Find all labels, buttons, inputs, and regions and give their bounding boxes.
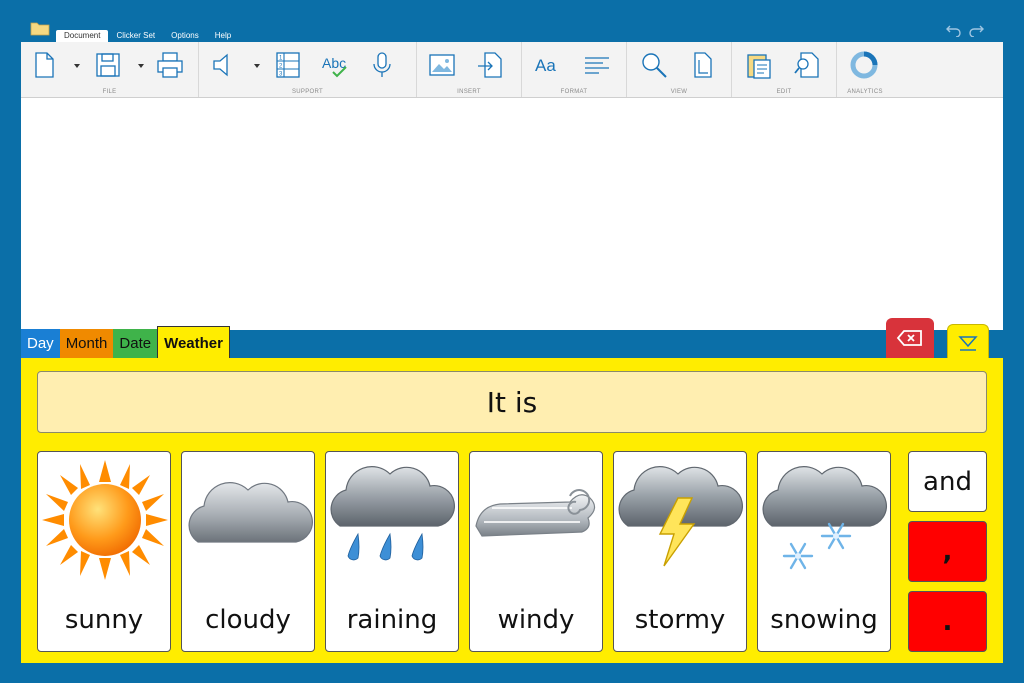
clicker-grid: It is sunny cloudy raining windy stormy … xyxy=(21,358,1003,663)
cell-label: windy xyxy=(497,605,575,635)
backspace-icon xyxy=(896,330,922,346)
cell-full-stop[interactable]: . xyxy=(908,591,987,652)
sentence-cell[interactable]: It is xyxy=(37,371,987,433)
ribbon-group-file: FILE xyxy=(21,42,199,97)
undo-icon[interactable] xyxy=(946,22,962,38)
insert-file-button[interactable] xyxy=(473,48,507,82)
align-button[interactable] xyxy=(580,48,614,82)
speech-dropdown-icon[interactable] xyxy=(253,62,261,70)
font-icon: Aa xyxy=(535,56,556,75)
zoom-button[interactable] xyxy=(637,48,671,82)
speaker-icon xyxy=(213,53,228,77)
find-button[interactable] xyxy=(790,48,824,82)
cell-label: snowing xyxy=(770,605,878,635)
cell-comma[interactable]: , xyxy=(908,521,987,582)
find-icon xyxy=(794,52,819,78)
paste-button[interactable] xyxy=(742,48,776,82)
snow-cloud-icon xyxy=(762,466,887,570)
print-button[interactable] xyxy=(153,48,187,82)
ribbon-toolbar: FILE 123 Abc SUPPORT INSERT Aa FORMAT VI… xyxy=(21,42,1003,98)
collapse-grid-button[interactable] xyxy=(947,324,989,360)
cell-raining[interactable]: raining xyxy=(325,451,459,652)
save-icon xyxy=(96,53,120,77)
ribbon-group-label: INSERT xyxy=(457,89,481,95)
save-dropdown-icon[interactable] xyxy=(137,62,145,70)
ribbon-group-analytics: ANALYTICS xyxy=(837,42,893,97)
page-size-icon xyxy=(694,52,712,78)
clicker-set-tabs: Day Month Date Weather xyxy=(21,326,230,359)
undo-redo xyxy=(946,22,984,38)
set-tab-day[interactable]: Day xyxy=(21,329,60,359)
word-list-icon: 123 xyxy=(276,52,300,78)
rain-cloud-icon xyxy=(330,466,455,561)
ribbon-group-label: FILE xyxy=(102,89,117,95)
ribbon-group-view: VIEW xyxy=(627,42,732,97)
ribbon-group-edit: EDIT xyxy=(732,42,837,97)
menu-tabs: Document Clicker Set Options Help xyxy=(56,30,239,42)
sun-icon xyxy=(42,460,168,580)
paste-icon xyxy=(747,54,771,79)
cell-label: raining xyxy=(346,605,438,635)
new-document-button[interactable] xyxy=(27,48,61,82)
cell-and[interactable]: and xyxy=(908,451,987,512)
set-tab-month[interactable]: Month xyxy=(59,329,114,359)
cell-label: stormy xyxy=(634,605,726,635)
document-editor[interactable] xyxy=(21,98,1003,330)
ribbon-group-support: 123 Abc SUPPORT xyxy=(199,42,417,97)
cell-sunny[interactable]: sunny xyxy=(37,451,171,652)
ribbon-group-label: VIEW xyxy=(670,89,688,95)
analytics-button[interactable] xyxy=(847,48,881,82)
storm-cloud-icon xyxy=(618,466,743,567)
cloud-icon xyxy=(188,482,313,543)
ribbon-group-label: EDIT xyxy=(776,89,792,95)
microphone-icon xyxy=(373,52,391,77)
tab-document[interactable]: Document xyxy=(56,30,109,42)
spellcheck-icon: Abc xyxy=(322,55,347,78)
folder-icon[interactable] xyxy=(30,20,50,36)
new-document-dropdown-icon[interactable] xyxy=(73,62,81,70)
collapse-icon xyxy=(958,335,978,351)
svg-text:Aa: Aa xyxy=(535,56,556,75)
tab-clicker-set[interactable]: Clicker Set xyxy=(108,30,163,42)
align-icon xyxy=(585,57,609,74)
ribbon-group-label: FORMAT xyxy=(560,89,588,95)
cell-stormy[interactable]: stormy xyxy=(613,451,747,652)
wind-icon xyxy=(475,489,596,537)
ribbon-group-label: SUPPORT xyxy=(292,89,323,95)
ribbon-group-insert: INSERT xyxy=(417,42,522,97)
tab-help[interactable]: Help xyxy=(207,30,239,42)
insert-file-icon xyxy=(478,52,502,78)
redo-icon[interactable] xyxy=(968,22,984,38)
cell-label: cloudy xyxy=(205,605,291,635)
save-button[interactable] xyxy=(91,48,125,82)
spellcheck-button[interactable]: Abc xyxy=(319,48,353,82)
cell-windy[interactable]: windy xyxy=(469,451,603,652)
insert-image-button[interactable] xyxy=(425,48,459,82)
speech-button[interactable] xyxy=(207,48,241,82)
ribbon-group-format: Aa FORMAT xyxy=(522,42,627,97)
insert-image-icon xyxy=(429,54,455,76)
word-list-button[interactable]: 123 xyxy=(271,48,305,82)
cell-snowing[interactable]: snowing xyxy=(757,451,891,652)
ribbon-group-label: ANALYTICS xyxy=(847,89,883,95)
delete-button[interactable] xyxy=(886,318,934,358)
set-tab-date[interactable]: Date xyxy=(113,329,158,359)
cell-cloudy[interactable]: cloudy xyxy=(181,451,315,652)
zoom-icon xyxy=(642,53,667,78)
analytics-icon xyxy=(850,51,878,79)
set-tab-weather[interactable]: Weather xyxy=(157,326,230,359)
tab-options[interactable]: Options xyxy=(163,30,207,42)
cell-label: sunny xyxy=(64,605,144,635)
page-size-button[interactable] xyxy=(685,48,719,82)
print-icon xyxy=(157,52,183,78)
font-button[interactable]: Aa xyxy=(532,48,566,82)
dictation-button[interactable] xyxy=(365,48,399,82)
new-document-icon xyxy=(35,52,54,78)
svg-text:Abc: Abc xyxy=(322,55,346,71)
